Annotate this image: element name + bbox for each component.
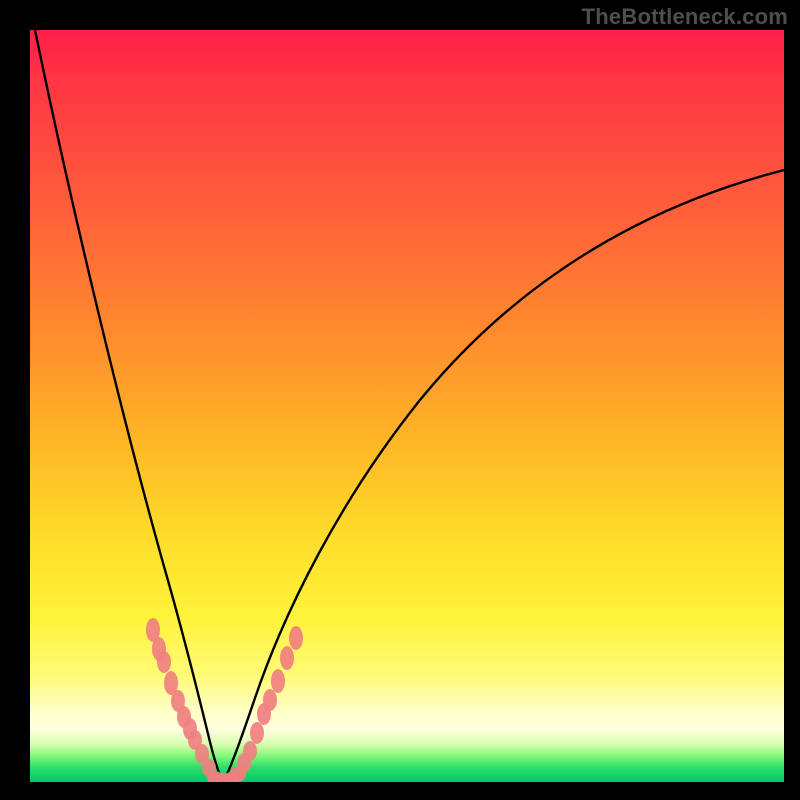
- marker-group: [146, 618, 303, 782]
- marker-dot: [243, 741, 257, 761]
- watermark-text: TheBottleneck.com: [582, 4, 788, 30]
- chart-frame: TheBottleneck.com: [0, 0, 800, 800]
- curve-right: [223, 170, 784, 782]
- marker-dot: [289, 626, 303, 650]
- chart-svg: [30, 30, 784, 782]
- marker-dot: [280, 646, 294, 670]
- marker-dot: [271, 669, 285, 693]
- marker-dot: [263, 689, 277, 711]
- plot-area: [30, 30, 784, 782]
- marker-dot: [250, 722, 264, 744]
- curve-left: [35, 30, 223, 782]
- marker-dot: [157, 651, 171, 673]
